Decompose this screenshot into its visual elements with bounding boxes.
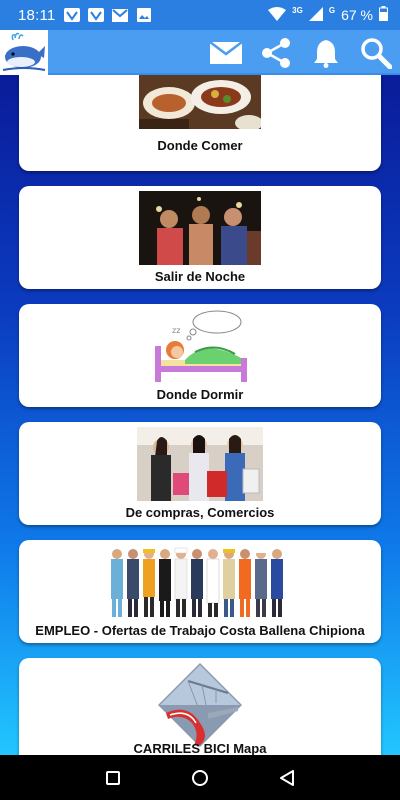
back-icon[interactable] — [275, 766, 299, 790]
battery-level: 67 % — [341, 7, 373, 23]
shopping-image — [137, 427, 263, 501]
signal-badge: G — [328, 5, 336, 15]
category-label: De compras, Comercios — [125, 505, 275, 520]
category-card-salir-de-noche[interactable]: Salir de Noche — [19, 186, 381, 289]
nightlife-image — [139, 191, 261, 265]
category-list[interactable]: Donde Comer Salir de Noche zz Donde Dorm… — [0, 75, 400, 755]
food-image — [139, 75, 261, 129]
status-bar: 18:11 3G G 67 % — [0, 0, 400, 30]
app-bar — [0, 30, 400, 75]
sleeping-image: zz — [145, 308, 255, 383]
bell-icon[interactable] — [308, 35, 344, 71]
recents-icon[interactable] — [101, 766, 125, 790]
battery-icon — [379, 6, 388, 24]
category-card-de-compras[interactable]: De compras, Comercios — [19, 422, 381, 525]
search-icon[interactable] — [358, 35, 394, 71]
app-notification-icon — [63, 7, 81, 23]
workers-image — [107, 546, 293, 618]
category-label: CARRILES BICI Mapa — [133, 741, 267, 755]
wifi-icon — [268, 6, 287, 24]
status-time: 18:11 — [18, 6, 56, 24]
app-notification-icon — [87, 7, 105, 23]
network-type: 3G — [292, 5, 303, 15]
category-label: Donde Dormir — [156, 387, 244, 402]
category-label: Donde Comer — [157, 138, 243, 153]
home-icon[interactable] — [188, 766, 212, 790]
navigation-bar — [0, 755, 400, 800]
category-label: EMPLEO - Ofertas de Trabajo Costa Ballen… — [35, 623, 365, 638]
whale-logo-icon[interactable] — [0, 30, 48, 75]
mail-icon[interactable] — [208, 35, 244, 71]
category-card-donde-dormir[interactable]: zz Donde Dormir — [19, 304, 381, 407]
share-icon[interactable] — [258, 35, 294, 71]
gmail-icon — [111, 7, 129, 23]
category-card-empleo[interactable]: EMPLEO - Ofertas de Trabajo Costa Ballen… — [19, 540, 381, 643]
bike-lane-image — [158, 663, 242, 747]
svg-text:zz: zz — [172, 326, 180, 335]
signal-icon — [308, 6, 323, 24]
category-label: Salir de Noche — [154, 269, 246, 284]
category-card-carriles-bici[interactable]: CARRILES BICI Mapa — [19, 658, 381, 755]
category-card-donde-comer[interactable]: Donde Comer — [19, 75, 381, 171]
image-notification-icon — [135, 7, 153, 23]
